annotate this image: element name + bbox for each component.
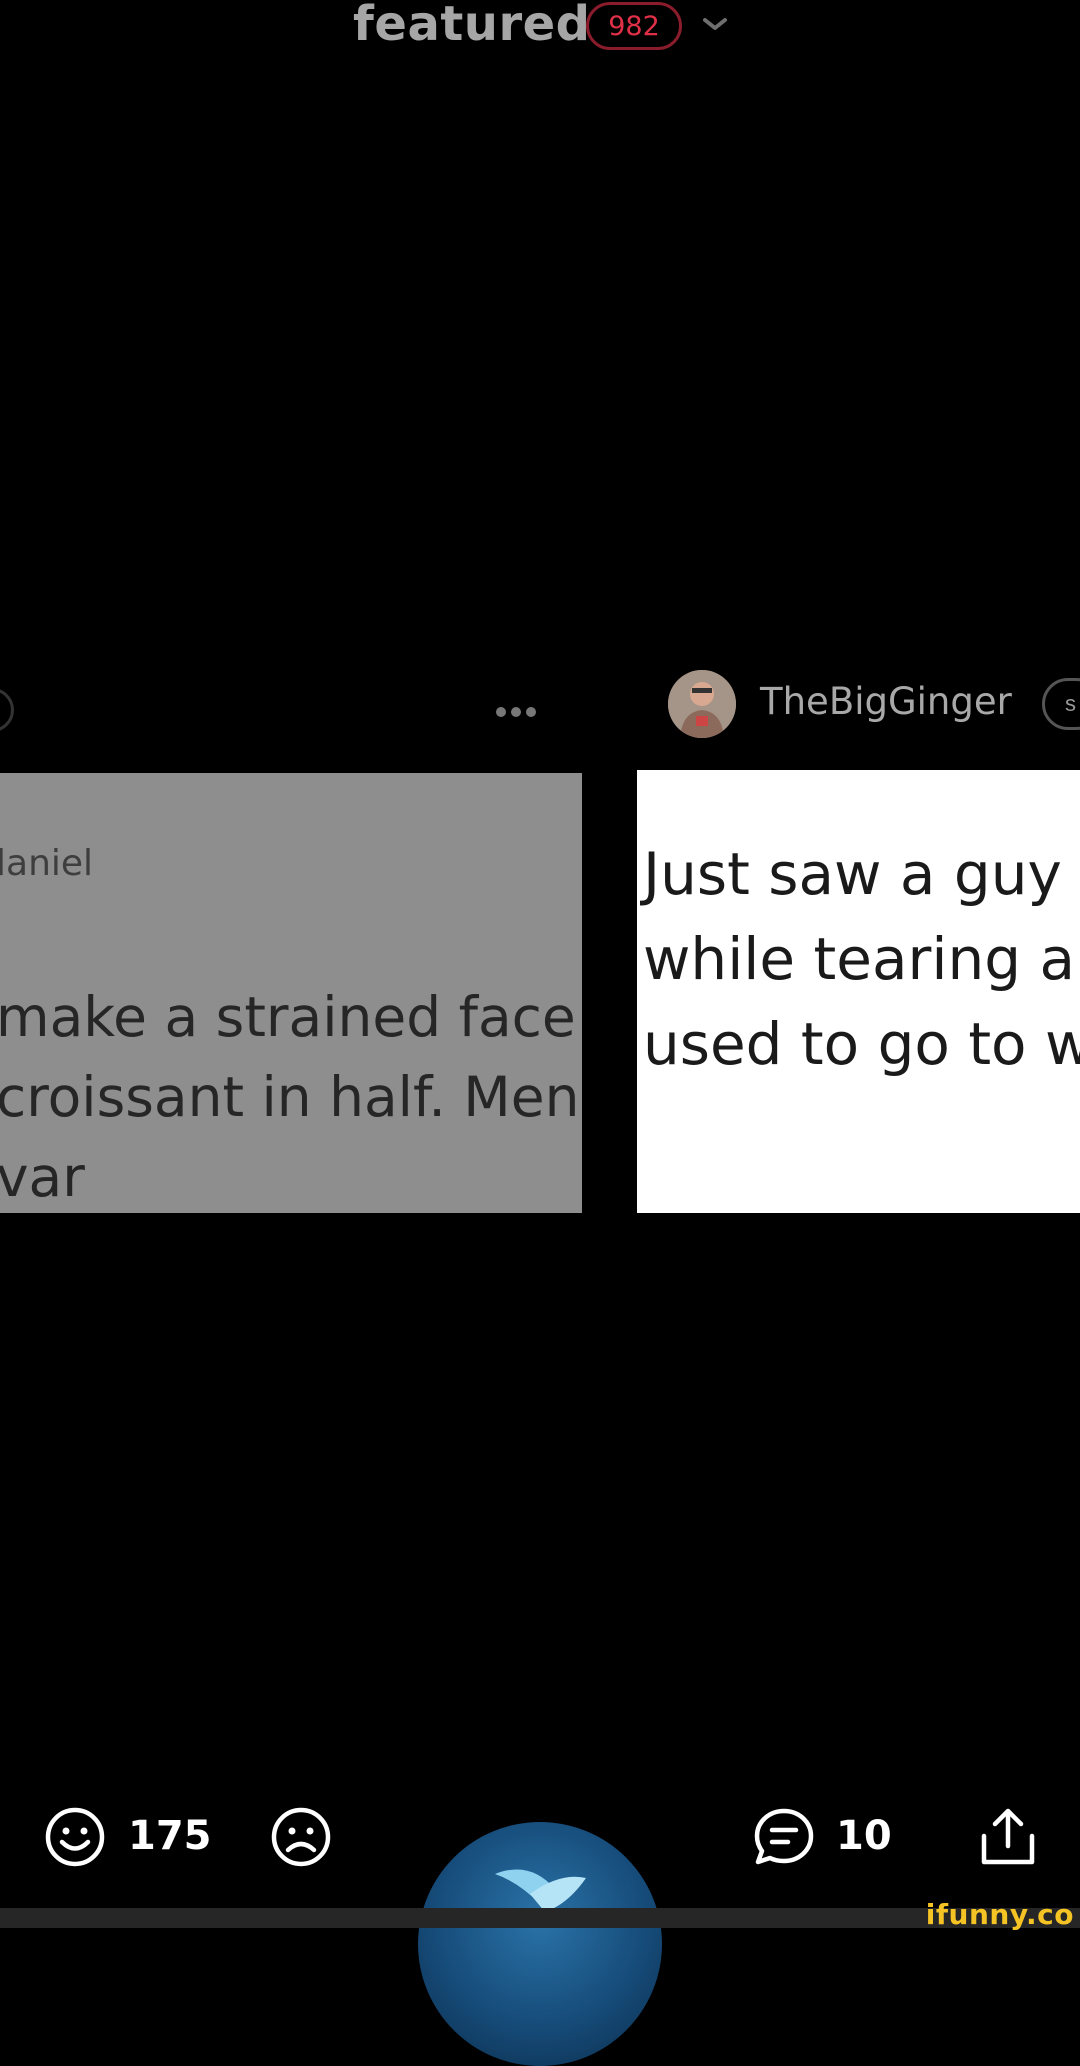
username[interactable]: TheBigGinger — [760, 680, 1012, 723]
tweet-author: laniel — [0, 843, 94, 884]
notification-badge[interactable]: 982 — [586, 2, 682, 50]
smile-count: 175 — [128, 1813, 212, 1859]
subscribe-button[interactable]: s — [1042, 678, 1080, 730]
post-text-line: Just saw a guy — [643, 840, 1062, 908]
smile-icon[interactable] — [44, 1806, 106, 1868]
post-text-line: while tearing a — [643, 925, 1076, 993]
share-icon[interactable] — [978, 1806, 1038, 1868]
feed-title[interactable]: featured — [353, 0, 591, 52]
tweet-text-line: var — [0, 1145, 85, 1209]
avatar[interactable] — [668, 670, 736, 738]
header: featured 982 — [0, 0, 1080, 60]
avatar-image — [668, 670, 736, 738]
tweet-text-line: croissant in half. Men — [0, 1065, 580, 1129]
post-image[interactable]: Just saw a guy while tearing a used to g… — [637, 770, 1080, 1213]
watermark: ifunny.co — [925, 1898, 1074, 1931]
home-fab-button[interactable] — [418, 1822, 662, 2066]
prev-post-subscribe-pill[interactable] — [0, 688, 14, 732]
comment-count: 10 — [836, 1813, 892, 1859]
post-text-line: used to go to w — [643, 1010, 1080, 1078]
tweet-text-line: make a strained face — [0, 985, 576, 1049]
more-options-icon[interactable] — [494, 700, 538, 724]
prev-post-image[interactable]: laniel make a strained face croissant in… — [0, 773, 582, 1213]
comment-icon[interactable] — [752, 1806, 816, 1868]
unsmile-icon[interactable] — [270, 1806, 332, 1868]
bottom-strip — [0, 1908, 1080, 1928]
chevron-down-icon[interactable] — [700, 12, 730, 36]
